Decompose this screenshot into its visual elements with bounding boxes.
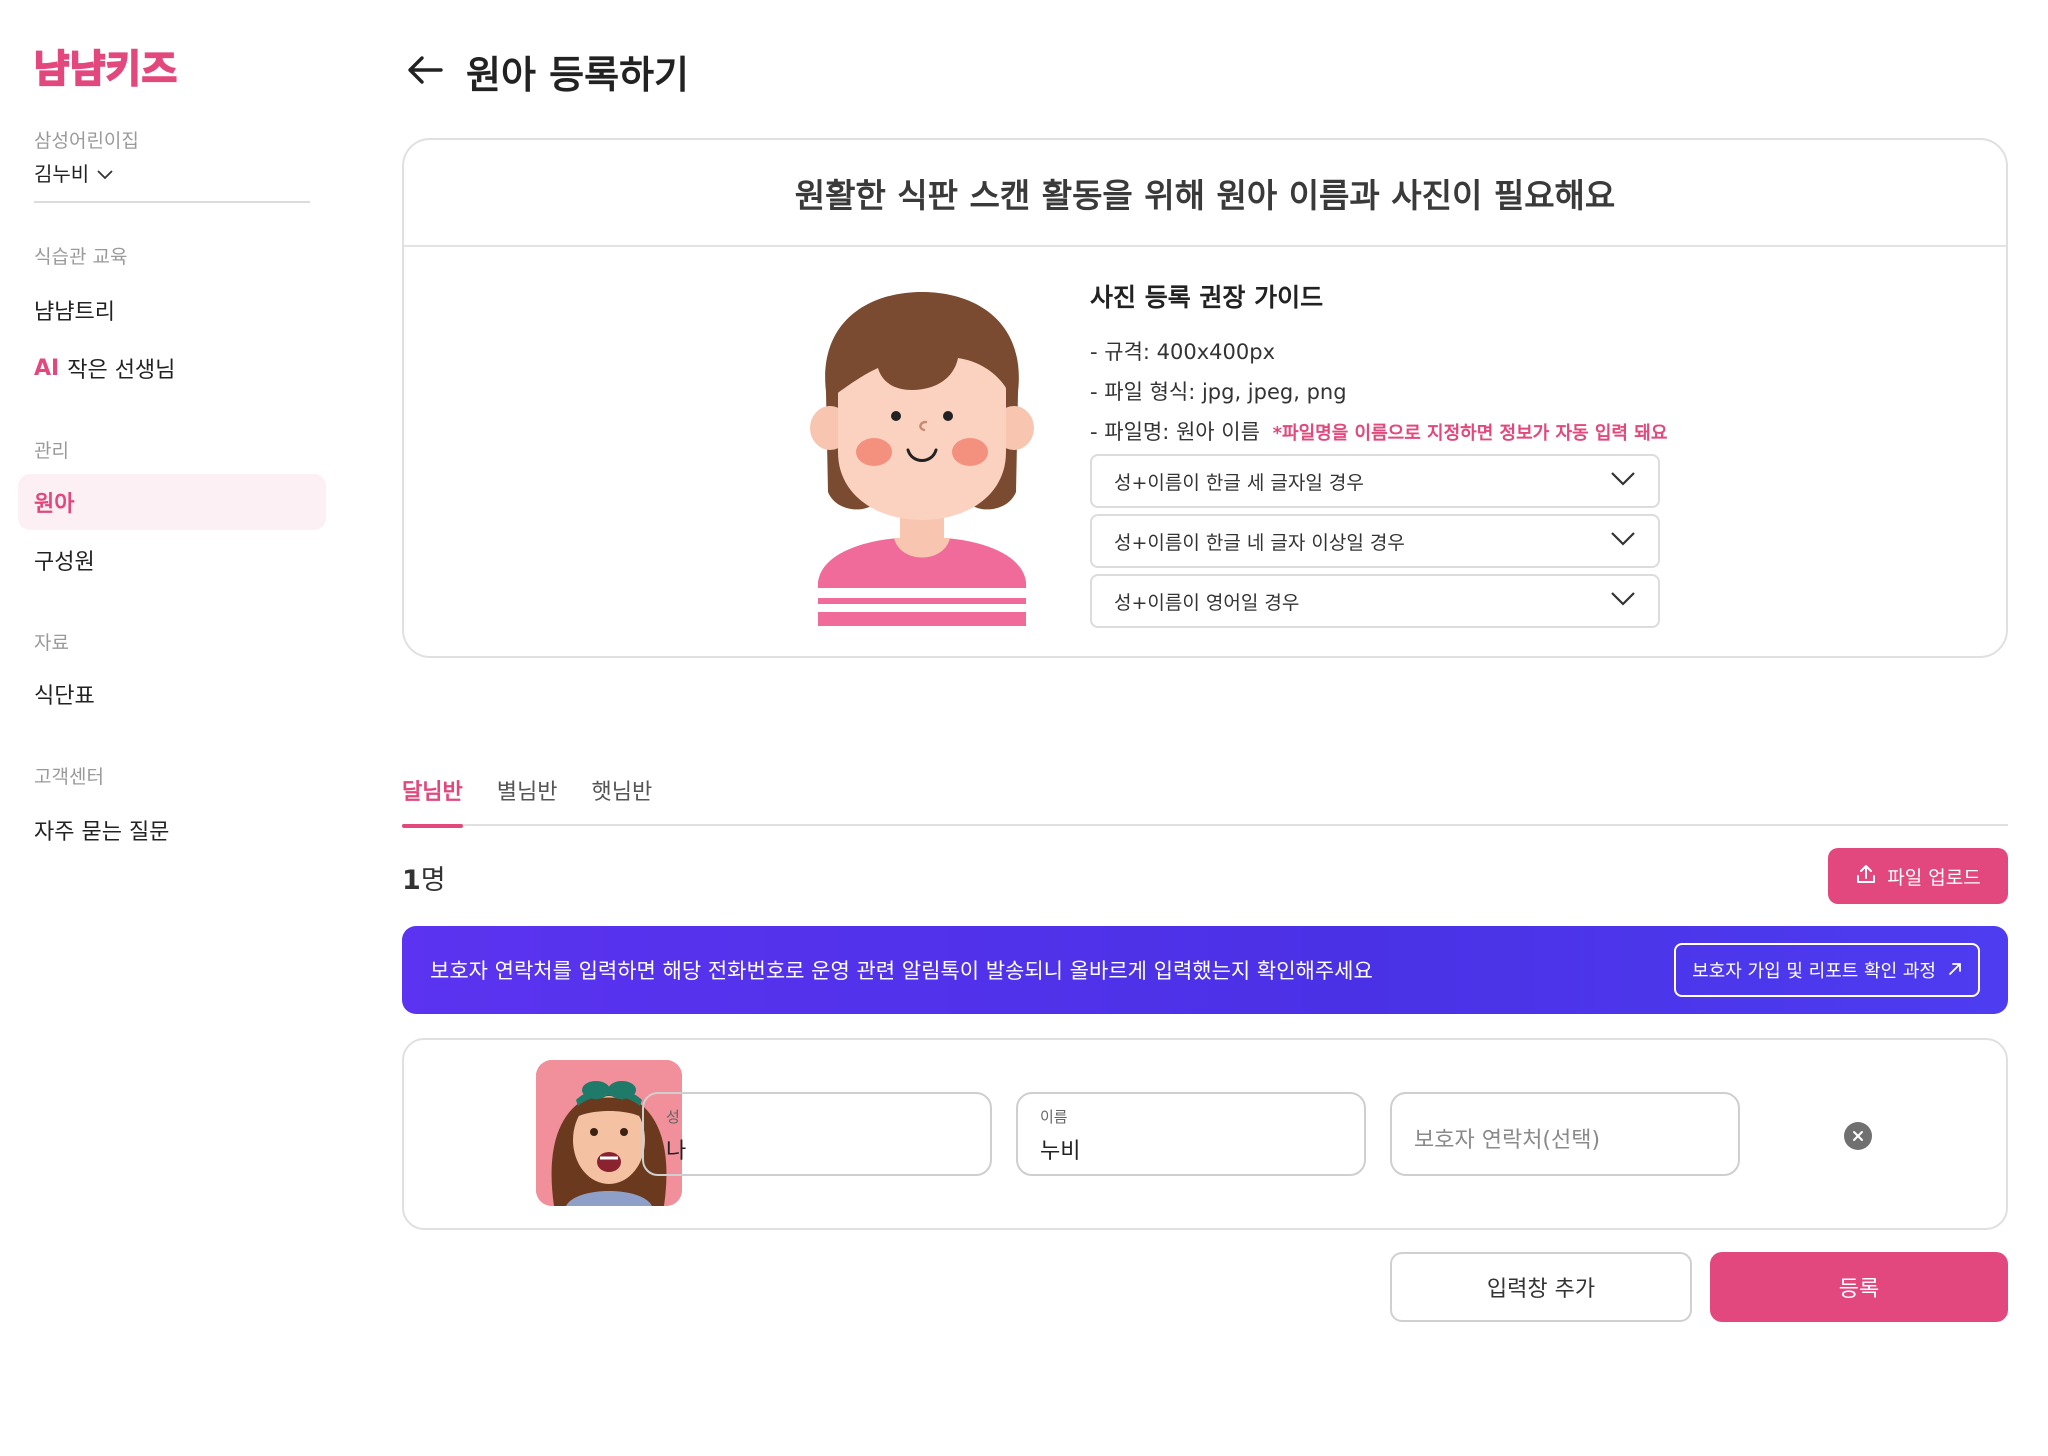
section-label-management: 관리	[34, 440, 69, 462]
accordion-label: 성+이름이 한글 세 글자일 경우	[1114, 471, 1364, 494]
accordion-label: 성+이름이 한글 네 글자 이상일 경우	[1114, 531, 1405, 554]
section-label-support: 고객센터	[34, 766, 104, 788]
sidebar: 냠냠키즈 삼성어린이집 김누비 식습관 교육 냠냠트리 AI 작은 선생님 관리…	[0, 0, 330, 1456]
org-name: 삼성어린이집	[34, 130, 139, 152]
guide-heading: 원활한 식판 스캔 활동을 위해 원아 이름과 사진이 필요해요	[404, 140, 2006, 247]
guardian-notice-banner: 보호자 연락처를 입력하면 해당 전화번호로 운영 관련 알림톡이 발송되니 올…	[402, 926, 2008, 1014]
chevron-down-icon	[1610, 530, 1636, 552]
tab-moon-class[interactable]: 달님반	[402, 772, 463, 828]
chevron-down-icon	[1610, 590, 1636, 612]
divider	[34, 201, 310, 203]
accordion-korean-four[interactable]: 성+이름이 한글 네 글자 이상일 경우	[1090, 514, 1660, 568]
first-name-label: 이름	[1040, 1108, 1068, 1126]
chevron-down-icon	[97, 161, 113, 185]
class-tabs: 달님반 별님반 햇님반	[402, 772, 2008, 828]
nav-item-meal-plan[interactable]: 식단표	[18, 666, 326, 722]
last-name-field[interactable]: 성 나	[642, 1092, 992, 1176]
back-button[interactable]	[402, 49, 448, 95]
section-label-resources: 자료	[34, 632, 69, 654]
photo-guide-card: 원활한 식판 스캔 활동을 위해 원아 이름과 사진이 필요해요 사진 등록 권…	[402, 138, 2008, 658]
last-name-label: 성	[666, 1108, 680, 1126]
section-label-education: 식습관 교육	[34, 246, 128, 268]
user-menu[interactable]: 김누비	[34, 158, 113, 187]
accordion-english[interactable]: 성+이름이 영어일 경우	[1090, 574, 1660, 628]
close-icon	[1852, 1127, 1864, 1146]
nav-item-members[interactable]: 구성원	[18, 532, 326, 588]
page-title: 원아 등록하기	[466, 53, 689, 97]
nav-item-ai-teacher[interactable]: AI 작은 선생님	[18, 340, 326, 396]
remove-row-button[interactable]	[1844, 1122, 1872, 1150]
register-button[interactable]: 등록	[1710, 1252, 2008, 1322]
guide-spec-size: - 규격: 400x400px	[1090, 340, 1275, 364]
child-count: 1명	[402, 858, 446, 897]
upload-label: 파일 업로드	[1887, 866, 1981, 889]
chevron-down-icon	[1610, 470, 1636, 492]
file-upload-button[interactable]: 파일 업로드	[1828, 848, 2008, 904]
child-illustration	[808, 282, 1036, 630]
guardian-phone-field[interactable]: 보호자 연락처(선택)	[1390, 1092, 1740, 1176]
logo[interactable]: 냠냠키즈	[33, 44, 184, 94]
guide-filename-note: *파일명을 이름으로 지정하면 정보가 자동 입력 돼요	[1272, 423, 1668, 444]
child-entry-row: 성 나 이름 누비 보호자 연락처(선택)	[402, 1038, 2008, 1230]
guide-spec-filename: - 파일명: 원아 이름 *파일명을 이름으로 지정하면 정보가 자동 입력 돼…	[1090, 412, 1667, 452]
ai-badge: AI	[34, 355, 60, 381]
external-link-icon	[1948, 960, 1962, 981]
svg-text:냠냠키즈: 냠냠키즈	[34, 47, 178, 90]
tab-sun-class[interactable]: 햇님반	[591, 772, 652, 826]
guardian-process-link[interactable]: 보호자 가입 및 리포트 확인 과정	[1674, 943, 1980, 997]
guide-filename-text: - 파일명: 원아 이름	[1090, 420, 1260, 444]
guide-title: 사진 등록 권장 가이드	[1090, 283, 1324, 312]
nav-item-label: 작은 선생님	[67, 358, 176, 383]
nav-item-label: 구성원	[34, 550, 95, 575]
tab-star-class[interactable]: 별님반	[497, 772, 558, 826]
nav-item-faq[interactable]: 자주 묻는 질문	[18, 802, 326, 858]
banner-text: 보호자 연락처를 입력하면 해당 전화번호로 운영 관련 알림톡이 발송되니 올…	[430, 959, 1373, 983]
add-input-row-button[interactable]: 입력창 추가	[1390, 1252, 1692, 1322]
guardian-phone-placeholder: 보호자 연락처(선택)	[1414, 1128, 1601, 1153]
nav-item-label: 냠냠트리	[34, 300, 115, 325]
nav-item-label: 식단표	[34, 684, 95, 709]
count-number: 1	[402, 865, 421, 896]
banner-link-label: 보호자 가입 및 리포트 확인 과정	[1692, 961, 1936, 982]
accordion-korean-three[interactable]: 성+이름이 한글 세 글자일 경우	[1090, 454, 1660, 508]
nav-item-label: 자주 묻는 질문	[34, 820, 170, 845]
first-name-value: 누비	[1040, 1139, 1081, 1164]
count-unit: 명	[420, 865, 446, 896]
user-name: 김누비	[34, 162, 90, 186]
nav-item-yumyum-tree[interactable]: 냠냠트리	[18, 282, 326, 338]
arrow-left-icon	[407, 55, 443, 89]
first-name-field[interactable]: 이름 누비	[1016, 1092, 1366, 1176]
page-header: 원아 등록하기	[402, 44, 689, 99]
guide-info: 사진 등록 권장 가이드 - 규격: 400x400px - 파일 형식: jp…	[1090, 278, 1667, 452]
accordion-label: 성+이름이 영어일 경우	[1114, 591, 1300, 614]
guide-spec-format: - 파일 형식: jpg, jpeg, png	[1090, 380, 1347, 404]
upload-icon	[1855, 863, 1877, 890]
last-name-value: 나	[666, 1139, 687, 1164]
nav-item-label: 원아	[34, 492, 75, 517]
nav-item-children[interactable]: 원아	[18, 474, 326, 530]
